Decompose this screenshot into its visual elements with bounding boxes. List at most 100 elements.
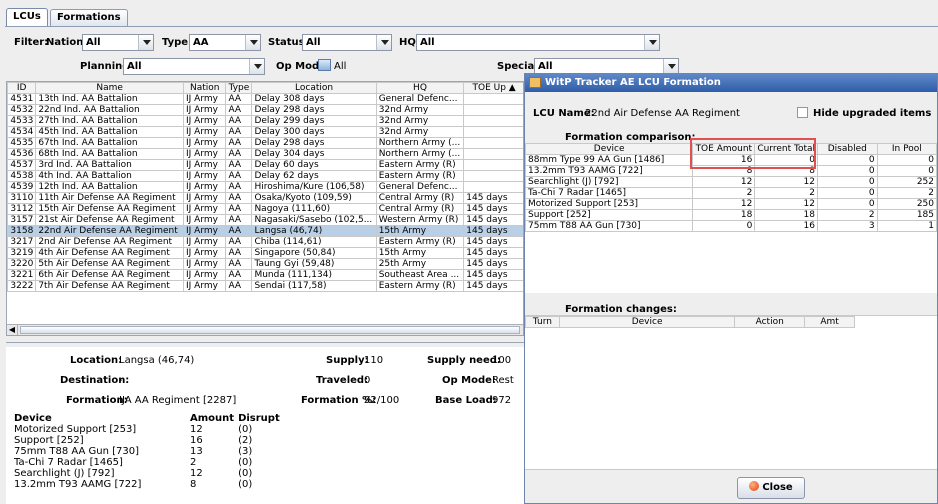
traveled-label: Traveled: xyxy=(316,375,369,386)
unit-col-header[interactable]: Location xyxy=(251,82,377,94)
unit-col-header[interactable]: Name xyxy=(35,82,184,94)
table-cell: AA xyxy=(225,181,253,193)
table-row[interactable]: 3110 11th Air Defense AA Regiment IJ Army A… xyxy=(7,192,523,204)
table-cell: IJ Army xyxy=(182,93,227,105)
table-row[interactable]: 75mm T88 AA Gun [730] 0 16 3 1 xyxy=(524,220,938,232)
changes-col-header[interactable]: Amt xyxy=(804,316,855,328)
table-row[interactable]: 3219 4th Air Defense AA Regiment IJ Army AA… xyxy=(7,247,523,259)
table-row[interactable]: 4535 67th Ind. AA Battalion IJ Army AA Delay… xyxy=(7,137,523,149)
changes-table: Turn Device Action Amt xyxy=(525,316,855,328)
type-value: AA xyxy=(193,37,209,48)
table-cell: 3157 xyxy=(7,214,37,226)
table-row[interactable]: 4534 45th Ind. AA Battalion IJ Army AA Delay… xyxy=(7,126,523,138)
table-row[interactable]: 4539 12th Ind. AA Battalion IJ Army AA Hiros… xyxy=(7,181,523,193)
comparison-col-header[interactable]: Disabled xyxy=(817,143,878,155)
table-cell: Nagasaki/Sasebo (102,5... xyxy=(251,214,377,226)
chevron-down-icon xyxy=(249,59,264,74)
supply-need-label: Supply need: xyxy=(427,355,501,366)
unit-col-header[interactable]: ID xyxy=(7,82,37,94)
table-cell: 32nd Army xyxy=(375,126,465,138)
table-row[interactable]: 4538 4th Ind. AA Battalion IJ Army AA Delay … xyxy=(7,170,523,182)
table-row[interactable]: 4531 13th Ind. AA Battalion IJ Army AA Delay… xyxy=(7,93,523,105)
table-row[interactable]: 4536 68th Ind. AA Battalion IJ Army AA Delay… xyxy=(7,148,523,160)
table-cell: AA xyxy=(225,192,253,204)
table-cell: General Defenc... xyxy=(375,93,465,105)
nation-select[interactable]: All xyxy=(82,34,154,51)
table-cell: AA xyxy=(225,126,253,138)
close-label: Close xyxy=(762,482,793,493)
list-cell: 13 xyxy=(190,446,203,457)
scrollbar-thumb[interactable] xyxy=(20,326,520,334)
planning-select[interactable]: All xyxy=(123,58,265,75)
list-cell: 12 xyxy=(190,468,203,479)
tab-lcus[interactable]: LCUs xyxy=(6,8,48,27)
hq-select[interactable]: All xyxy=(416,34,660,51)
unit-col-header[interactable]: HQ xyxy=(375,82,465,94)
table-cell: Delay 298 days xyxy=(251,104,377,116)
details-panel: Location: Langsa (46,74) Destination: - … xyxy=(6,342,524,504)
comparison-col-header[interactable]: Device xyxy=(524,143,694,155)
table-row[interactable]: 3157 21st Air Defense AA Regiment IJ Army A… xyxy=(7,214,523,226)
table-cell: 1 xyxy=(876,220,938,232)
list-item: Support [252] 16 (2) xyxy=(12,435,286,446)
table-cell: AA xyxy=(225,225,253,237)
table-row[interactable]: 3217 2nd Air Defense AA Regiment IJ Army AA… xyxy=(7,236,523,248)
table-cell: 4533 xyxy=(7,115,37,127)
table-cell: IJ Army xyxy=(182,258,227,270)
comparison-col-header[interactable]: In Pool xyxy=(876,143,938,155)
table-cell: Searchlight (J) [792] xyxy=(524,176,694,188)
table-row[interactable]: Support [252] 18 18 2 185 xyxy=(524,209,938,221)
table-cell: AA xyxy=(225,214,253,226)
status-select[interactable]: All xyxy=(302,34,392,51)
table-row[interactable]: Motorized Support [253] 12 12 0 250 xyxy=(524,198,938,210)
table-row[interactable]: Ta-Chi 7 Radar [1465] 2 2 0 2 xyxy=(524,187,938,199)
dialog-titlebar[interactable]: WitP Tracker AE LCU Formation xyxy=(525,74,937,92)
table-row[interactable]: 3112 15th Air Defense AA Regiment IJ Army A… xyxy=(7,203,523,215)
unit-col-header[interactable]: Nation xyxy=(182,82,227,94)
changes-col-header[interactable]: Turn xyxy=(525,316,560,328)
location-label: Location: xyxy=(70,355,123,366)
tab-formations[interactable]: Formations xyxy=(50,9,128,26)
unit-col-header[interactable]: Type xyxy=(225,82,253,94)
table-cell: Central Army (R) xyxy=(375,192,465,204)
chevron-down-icon xyxy=(663,59,678,74)
hide-upgraded-checkbox[interactable] xyxy=(797,107,808,118)
table-cell: Delay 62 days xyxy=(251,170,377,182)
table-row[interactable]: 4532 22nd Ind. AA Battalion IJ Army AA Delay… xyxy=(7,104,523,116)
table-cell: Southeast Area ... xyxy=(375,269,465,281)
special-value: All xyxy=(538,61,553,72)
list-cell: 13.2mm T93 AAMG [722] xyxy=(14,479,142,490)
table-cell: AA xyxy=(225,93,253,105)
table-row[interactable]: 3222 7th Air Defense AA Regiment IJ Army AA… xyxy=(7,280,523,292)
table-cell: 3219 xyxy=(7,247,37,259)
table-cell xyxy=(463,104,523,116)
table-cell: 0 xyxy=(817,176,878,188)
table-row[interactable]: 4533 27th Ind. AA Battalion IJ Army AA Delay… xyxy=(7,115,523,127)
table-cell: 15th Air Defense AA Regiment xyxy=(35,203,184,215)
close-button[interactable]: Close xyxy=(737,477,805,499)
type-select[interactable]: AA xyxy=(189,34,261,51)
table-cell: 2 xyxy=(876,187,938,199)
table-row[interactable]: 4537 3rd Ind. AA Battalion IJ Army AA Delay … xyxy=(7,159,523,171)
changes-col-header[interactable]: Action xyxy=(734,316,806,328)
table-row[interactable]: 3220 5th Air Defense AA Regiment IJ Army AA… xyxy=(7,258,523,270)
unit-col-header[interactable]: TOE Up ▲ xyxy=(463,82,523,94)
table-cell: Northern Army (... xyxy=(375,137,465,149)
scroll-left-icon[interactable]: ◀ xyxy=(7,325,18,335)
table-row[interactable]: 3158 22nd Air Defense AA Regiment IJ Army A… xyxy=(7,225,523,237)
horizontal-scrollbar[interactable]: ◀ xyxy=(7,324,523,335)
table-cell: 25th Army xyxy=(375,258,465,270)
table-cell: Eastern Army (R) xyxy=(375,236,465,248)
table-cell: 67th Ind. AA Battalion xyxy=(35,137,184,149)
table-row[interactable]: Searchlight (J) [792] 12 12 0 252 xyxy=(524,176,938,188)
opmode-icon[interactable] xyxy=(318,59,331,71)
table-cell: IJ Army xyxy=(182,247,227,259)
table-cell: 145 days xyxy=(463,192,523,204)
table-cell: Taung Gyi (59,48) xyxy=(251,258,377,270)
table-cell: 16 xyxy=(754,220,818,232)
splitter[interactable] xyxy=(6,343,524,347)
table-row[interactable]: 3221 6th Air Defense AA Regiment IJ Army AA… xyxy=(7,269,523,281)
table-cell: 145 days xyxy=(463,203,523,215)
table-cell: Singapore (50,84) xyxy=(251,247,377,259)
changes-col-header[interactable]: Device xyxy=(558,316,736,328)
